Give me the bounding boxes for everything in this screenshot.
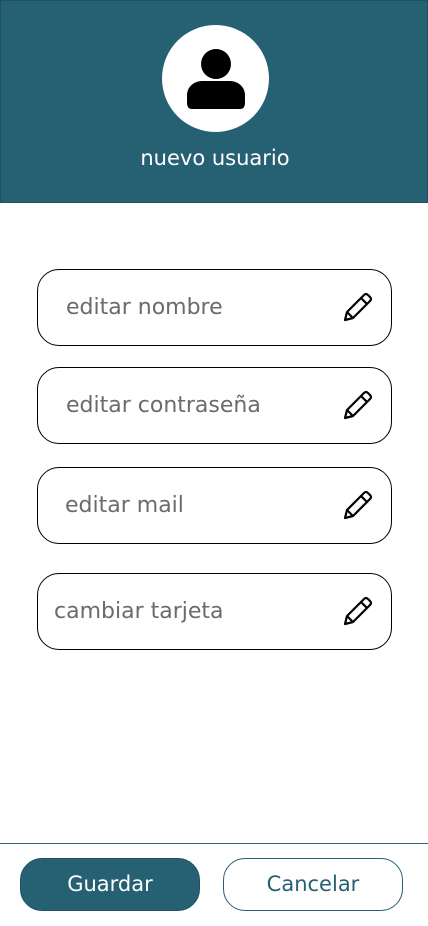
pencil-icon[interactable] [339,290,375,326]
pencil-icon[interactable] [339,594,375,630]
cancel-button[interactable]: Cancelar [223,858,403,911]
user-silhouette-icon [186,48,245,109]
pencil-icon[interactable] [339,488,375,524]
email-field[interactable]: editar mail [37,467,392,544]
card-field[interactable]: cambiar tarjeta [37,573,392,650]
page-title: nuevo usuario [140,146,290,170]
email-field-label: editar mail [65,493,184,518]
save-button[interactable]: Guardar [20,858,200,911]
avatar [162,25,269,132]
password-field[interactable]: editar contraseña [37,367,392,444]
footer-divider [0,843,428,844]
card-field-label: cambiar tarjeta [54,599,224,624]
password-field-label: editar contraseña [66,393,261,418]
pencil-icon[interactable] [339,388,375,424]
name-field-label: editar nombre [66,295,223,320]
header: nuevo usuario [0,0,428,203]
name-field[interactable]: editar nombre [37,269,392,346]
